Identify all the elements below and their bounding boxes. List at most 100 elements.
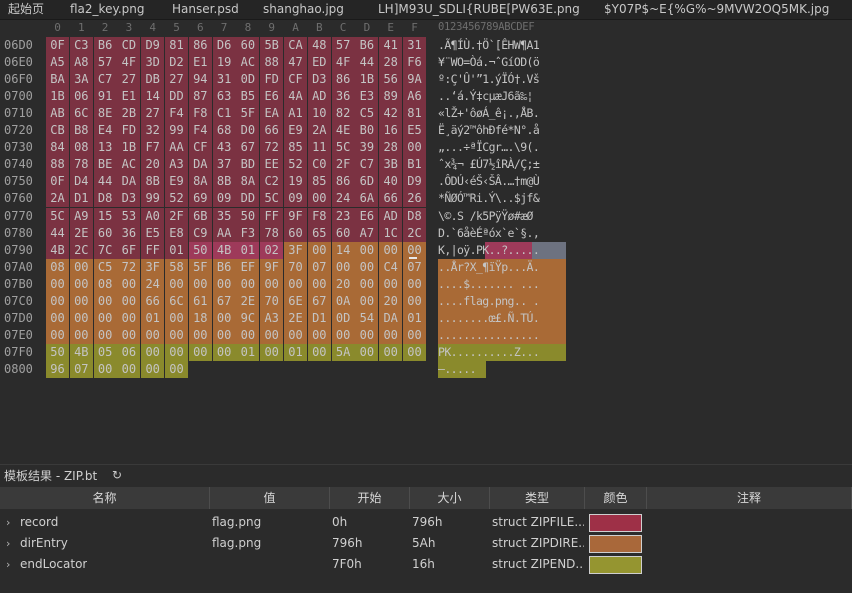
hex-byte[interactable]: E9 xyxy=(165,173,188,191)
hex-byte[interactable]: DA xyxy=(379,309,403,327)
hex-byte[interactable]: 87 xyxy=(188,88,212,106)
hex-byte[interactable]: 6C xyxy=(69,105,93,123)
hex-byte[interactable]: 05 xyxy=(93,343,117,361)
hex-byte[interactable]: 00 xyxy=(165,309,188,327)
hex-byte[interactable]: 00 xyxy=(141,326,165,344)
hex-byte[interactable]: A0 xyxy=(141,207,165,225)
hex-byte[interactable]: EF xyxy=(236,258,260,276)
hex-byte[interactable]: 86 xyxy=(331,71,355,89)
hex-byte[interactable]: A3 xyxy=(165,156,188,174)
ascii-row[interactable]: K,|oÿ.PK..?..... xyxy=(438,241,566,259)
hex-byte[interactable]: 7C xyxy=(93,241,117,259)
hex-byte[interactable]: 00 xyxy=(331,326,355,344)
hex-byte[interactable]: 00 xyxy=(212,343,236,361)
hex-byte[interactable]: 16 xyxy=(379,122,403,140)
hex-byte[interactable]: AA xyxy=(212,224,236,242)
hex-byte[interactable]: 72 xyxy=(117,258,141,276)
hex-byte[interactable]: 78 xyxy=(260,224,284,242)
hex-byte[interactable]: F8 xyxy=(188,105,212,123)
hex-byte[interactable]: 85 xyxy=(284,139,307,157)
hex-byte[interactable]: 5A xyxy=(331,343,355,361)
hex-byte[interactable]: 6A xyxy=(355,190,379,208)
refresh-icon[interactable]: ↻ xyxy=(112,468,122,482)
hex-byte[interactable]: 9F xyxy=(260,258,284,276)
hex-byte[interactable]: 00 xyxy=(236,326,260,344)
results-col-4[interactable]: 类型 xyxy=(490,487,585,509)
hex-byte[interactable]: 00 xyxy=(93,309,117,327)
hex-byte[interactable]: E8 xyxy=(165,224,188,242)
ascii-row[interactable]: –..... xyxy=(438,360,486,378)
hex-byte[interactable]: 00 xyxy=(403,139,426,157)
hex-byte[interactable]: 31 xyxy=(212,71,236,89)
hex-byte[interactable]: 50 xyxy=(46,343,69,361)
hex-byte[interactable]: FF xyxy=(141,241,165,259)
hex-byte[interactable]: 5C xyxy=(331,139,355,157)
hex-byte[interactable]: 2F xyxy=(331,156,355,174)
hex-byte[interactable]: D4 xyxy=(69,173,93,191)
hex-byte[interactable]: 47 xyxy=(284,54,307,72)
hex-byte[interactable]: E5 xyxy=(141,224,165,242)
expand-arrow-icon[interactable]: › xyxy=(6,533,10,554)
result-row-dirEntry[interactable]: › dirEntry flag.png 796h 5Ah struct ZIPDIRE..… xyxy=(0,533,852,554)
expand-arrow-icon[interactable]: › xyxy=(6,554,10,575)
hex-byte[interactable]: E4 xyxy=(93,122,117,140)
hex-byte[interactable]: D9 xyxy=(403,173,426,191)
hex-byte[interactable]: 2E xyxy=(284,309,307,327)
hex-byte[interactable]: 00 xyxy=(69,309,93,327)
hex-byte[interactable]: BA xyxy=(46,71,69,89)
hex-byte[interactable]: 8B xyxy=(212,173,236,191)
hex-byte[interactable]: F7 xyxy=(141,139,165,157)
hex-byte[interactable]: 08 xyxy=(93,275,117,293)
hex-byte[interactable]: C3 xyxy=(69,37,93,54)
ascii-row[interactable]: .Ã¶ÍÙ.†Ö`[ÊHW¶A1 xyxy=(438,37,566,54)
hex-byte[interactable]: D8 xyxy=(403,207,426,225)
hex-byte[interactable]: E3 xyxy=(355,88,379,106)
hex-byte[interactable]: 67 xyxy=(212,292,236,310)
hex-byte[interactable]: 00 xyxy=(260,343,284,361)
hex-byte[interactable]: 18 xyxy=(188,309,212,327)
hex-byte[interactable]: 00 xyxy=(379,275,403,293)
hex-byte[interactable]: 00 xyxy=(93,360,117,378)
hex-byte[interactable]: 00 xyxy=(260,326,284,344)
hex-byte[interactable]: 00 xyxy=(331,258,355,276)
ascii-row[interactable]: ¥¨WO=Òá.¬ˆGíOD(ö xyxy=(438,54,566,71)
hex-byte[interactable]: 57 xyxy=(331,37,355,54)
hex-byte[interactable]: B6 xyxy=(93,37,117,54)
hex-byte[interactable]: 42 xyxy=(379,105,403,123)
hex-byte[interactable]: 31 xyxy=(403,37,426,54)
ascii-row[interactable]: ....flag.png.. . xyxy=(438,292,566,310)
hex-byte[interactable]: 69 xyxy=(188,190,212,208)
hex-byte[interactable]: 28 xyxy=(379,54,403,72)
ascii-row[interactable]: ................ xyxy=(438,326,566,344)
hex-byte[interactable]: 00 xyxy=(355,326,379,344)
hex-byte[interactable]: 00 xyxy=(188,275,212,293)
hex-byte[interactable]: 01 xyxy=(165,241,188,259)
hex-byte[interactable]: 9C xyxy=(236,309,260,327)
hex-byte[interactable]: CB xyxy=(46,122,69,140)
hex-byte[interactable]: E1 xyxy=(188,54,212,72)
hex-byte[interactable]: A7 xyxy=(355,224,379,242)
hex-byte[interactable]: 3F xyxy=(284,241,307,259)
hex-byte[interactable]: D3 xyxy=(307,71,331,89)
hex-byte[interactable]: 00 xyxy=(307,275,331,293)
hex-byte[interactable]: 2A xyxy=(307,122,331,140)
hex-byte[interactable]: A8 xyxy=(69,54,93,72)
hex-byte[interactable]: F4 xyxy=(165,105,188,123)
hex-byte[interactable]: 00 xyxy=(69,275,93,293)
hex-byte[interactable]: 2E xyxy=(236,292,260,310)
ascii-row[interactable]: „...÷ªÏCgr….\9(. xyxy=(438,139,566,156)
hex-byte[interactable]: 24 xyxy=(141,275,165,293)
hex-byte[interactable]: 00 xyxy=(212,326,236,344)
tab-2[interactable]: Hanser.psd xyxy=(166,0,245,19)
hex-byte[interactable]: CD xyxy=(117,37,141,54)
hex-byte[interactable]: A6 xyxy=(403,88,426,106)
hex-byte[interactable]: A5 xyxy=(46,54,69,72)
hex-byte[interactable]: 8A xyxy=(236,173,260,191)
tab-4[interactable]: LH]M93U_SDLI{RUBE[PW63E.png xyxy=(372,0,586,19)
hex-byte[interactable]: 48 xyxy=(307,37,331,54)
hex-byte[interactable]: 00 xyxy=(260,275,284,293)
hex-byte[interactable]: D1 xyxy=(307,309,331,327)
hex-byte[interactable]: 6F xyxy=(117,241,141,259)
color-swatch[interactable] xyxy=(589,514,642,532)
hex-byte[interactable]: 8A xyxy=(188,173,212,191)
